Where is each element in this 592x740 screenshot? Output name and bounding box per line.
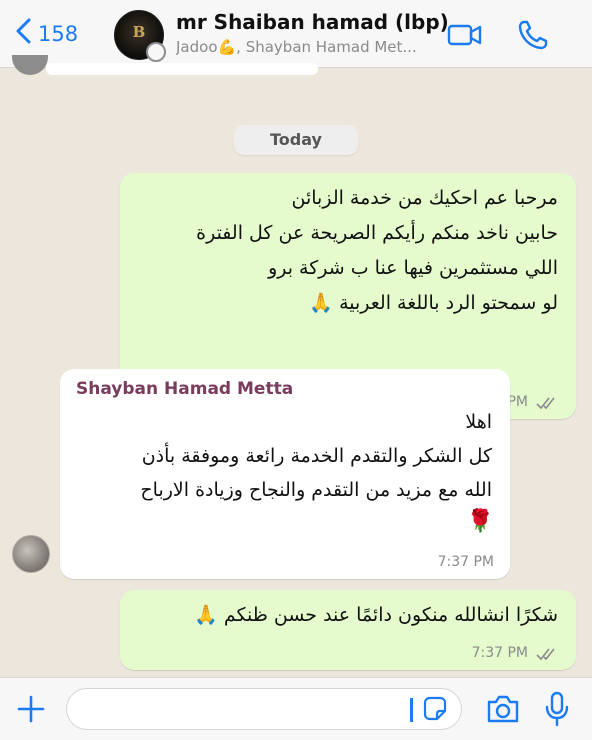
camera-icon[interactable] xyxy=(484,692,522,726)
previous-message-bubble[interactable] xyxy=(46,63,318,75)
chat-header: 158 B mr Shaiban hamad (lbp) Jadoo💪, Sha… xyxy=(0,0,592,68)
sender-avatar[interactable] xyxy=(12,535,50,573)
phone-icon[interactable] xyxy=(514,16,552,54)
sticker-icon[interactable] xyxy=(420,694,450,724)
avatar-monogram-logo: B xyxy=(132,23,146,41)
message-line: مرحبا عم احكيك من خدمة الزبائن xyxy=(291,187,558,209)
composer-bar xyxy=(0,677,592,740)
sender-name[interactable]: Shayban Hamad Metta xyxy=(76,379,293,399)
microphone-icon[interactable] xyxy=(542,690,572,728)
video-call-icon[interactable] xyxy=(446,16,484,54)
chat-area[interactable]: Today مرحبا عم احكيك من خدمة الزبائن حاب… xyxy=(0,55,592,677)
group-members-subtitle[interactable]: Jadoo💪, Shayban Hamad Met... xyxy=(176,38,436,56)
plus-icon[interactable] xyxy=(14,692,48,726)
message-time: 7:37 PM xyxy=(471,645,528,661)
message-line: الله مع مزيد من التقدم والنجاح وزيادة ال… xyxy=(140,479,492,501)
message-line: شكرًا انشالله منكون دائمًا عند حسن ظنكم … xyxy=(194,604,558,626)
day-separator: Today xyxy=(234,125,358,155)
message-line: حابين ناخد منكم رأيكم الصريحة عن كل الفت… xyxy=(196,222,558,244)
chevron-left-icon xyxy=(14,17,32,51)
previous-sender-avatar xyxy=(12,55,48,75)
double-check-icon xyxy=(536,395,558,410)
contact-name[interactable]: mr Shaiban hamad (lbp) xyxy=(176,10,449,34)
message-text: مرحبا عم احكيك من خدمة الزبائن حابين ناخ… xyxy=(196,181,558,321)
message-text: اهلا كل الشكر والتقدم الخدمة رائعة وموفق… xyxy=(140,405,492,507)
outgoing-message[interactable]: شكرًا انشالله منكون دائمًا عند حسن ظنكم … xyxy=(120,590,576,670)
message-input[interactable] xyxy=(66,688,462,730)
rose-emoji: 🌹 xyxy=(466,509,494,534)
message-line: كل الشكر والتقدم الخدمة رائعة وموفقة بأذ… xyxy=(141,445,492,467)
message-time: 7:37 PM xyxy=(437,554,494,570)
message-line: لو سمحتو الرد باللغة العربية 🙏 xyxy=(309,292,558,314)
contact-avatar[interactable]: B xyxy=(114,10,166,62)
disappearing-timer-icon xyxy=(146,42,166,62)
incoming-message[interactable]: Shayban Hamad Metta اهلا كل الشكر والتقد… xyxy=(60,369,510,579)
message-line: اهلا xyxy=(465,411,492,433)
message-line: اللي مستثمرين فيها عنا ب شركة برو xyxy=(268,257,558,279)
message-text: شكرًا انشالله منكون دائمًا عند حسن ظنكم … xyxy=(194,598,558,633)
back-button[interactable]: 158 xyxy=(14,18,78,50)
unread-count: 158 xyxy=(38,22,79,46)
text-cursor xyxy=(410,698,413,722)
double-check-icon xyxy=(536,646,558,661)
